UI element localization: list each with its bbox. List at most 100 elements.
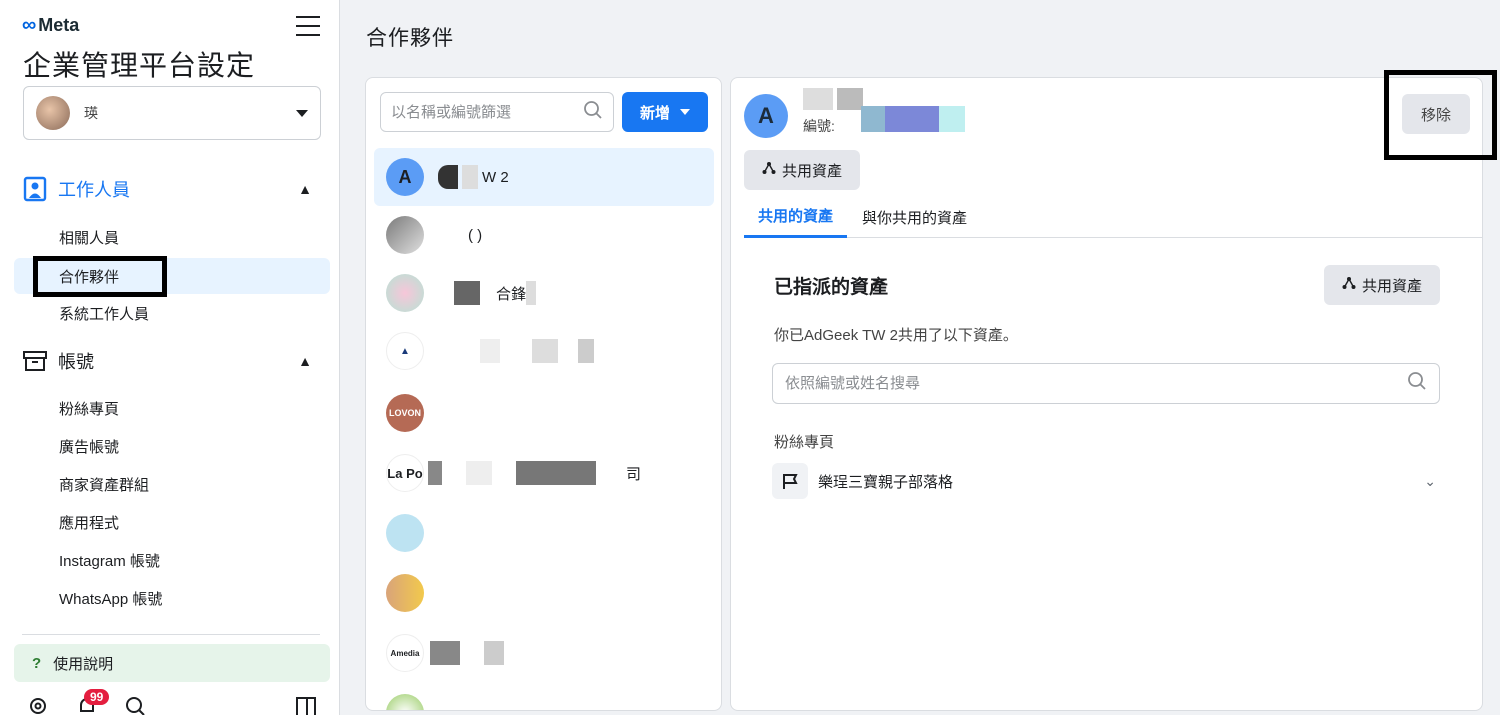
section-people[interactable]: 工作人員 ▲	[22, 176, 312, 202]
partner-detail-panel: A 編號: 移除 共用資產 共用的資產 與你共用的資產 已指派的資產 共用資產 …	[730, 77, 1483, 711]
redacted-block	[578, 339, 594, 363]
search-icon[interactable]	[123, 694, 147, 715]
redacted-block	[516, 461, 596, 485]
asset-row[interactable]: 樂珵三寶親子部落格 ⌄	[772, 462, 1440, 500]
assigned-assets-title: 已指派的資產	[774, 277, 889, 298]
divider	[22, 634, 320, 635]
partner-name: 司	[626, 465, 642, 483]
menu-icon[interactable]	[296, 16, 320, 36]
nav-item-ad-accounts[interactable]: 廣告帳號	[14, 428, 330, 464]
caret-down-icon	[680, 109, 690, 115]
redacted-block	[438, 165, 458, 189]
share-icon	[1342, 276, 1356, 294]
caret-down-icon	[296, 109, 308, 117]
search-icon	[583, 100, 603, 125]
page-heading: 企業管理平台設定	[23, 50, 256, 81]
tab-assets-shared-with-you[interactable]: 與你共用的資產	[848, 196, 981, 238]
partner-row[interactable]	[374, 504, 714, 562]
partner-avatar	[386, 274, 424, 312]
archive-icon	[22, 348, 48, 374]
partner-name-redacted	[803, 88, 867, 110]
highlight-box	[33, 256, 167, 297]
account-selector[interactable]: 瑛	[23, 86, 321, 140]
partner-search[interactable]	[380, 92, 614, 132]
partner-name: ( )	[468, 226, 483, 244]
chevron-up-icon[interactable]: ▲	[298, 181, 312, 197]
partner-avatar	[386, 694, 424, 710]
asset-search[interactable]	[772, 363, 1440, 404]
page-title: 合作夥伴	[366, 27, 454, 50]
partner-name: 合鋒	[496, 285, 527, 303]
add-partner-button[interactable]: 新增	[622, 92, 708, 132]
panel-icon[interactable]	[294, 694, 318, 715]
account-name: 瑛	[84, 105, 98, 121]
nav-item-people[interactable]: 相關人員	[14, 219, 330, 255]
avatar	[36, 96, 70, 130]
redacted-block	[466, 461, 492, 485]
partner-avatar	[386, 514, 424, 552]
partner-list-panel: 新增 A W 2 ( ) 合鋒 ▲ LOVON La	[365, 77, 722, 711]
redacted-block	[480, 339, 500, 363]
gear-icon[interactable]	[26, 694, 50, 715]
add-button-label: 新增	[639, 104, 670, 122]
partner-name: W 2	[482, 168, 509, 186]
search-icon	[1407, 371, 1427, 396]
partner-avatar	[386, 574, 424, 612]
nav-item-whatsapp[interactable]: WhatsApp 帳號	[14, 580, 330, 616]
chevron-up-icon[interactable]: ▲	[298, 353, 312, 369]
meta-logo-text: Meta	[38, 15, 80, 35]
asset-search-input[interactable]	[785, 375, 1407, 392]
partner-row[interactable]: ▲	[374, 322, 714, 380]
shared-description: 你已AdGeek TW 2共用了以下資產。	[774, 327, 1018, 344]
chevron-down-icon[interactable]: ⌄	[1424, 473, 1440, 490]
people-icon	[22, 176, 48, 202]
nav-item-instagram[interactable]: Instagram 帳號	[14, 542, 330, 578]
partner-row[interactable]: A W 2	[374, 148, 714, 206]
partner-row[interactable]	[374, 684, 714, 710]
partner-avatar: A	[386, 158, 424, 196]
section-accounts[interactable]: 帳號 ▲	[22, 348, 312, 374]
partner-row[interactable]: ( )	[374, 206, 714, 264]
section-accounts-label: 帳號	[58, 352, 94, 372]
meta-logo[interactable]: ∞ Meta	[22, 14, 79, 37]
partner-search-input[interactable]	[391, 103, 583, 121]
sidebar: ∞ Meta 企業管理平台設定 瑛 工作人員 ▲ 相關人員 合作夥伴 系統工作人…	[0, 0, 340, 715]
help-button[interactable]: ? 使用說明	[14, 644, 330, 682]
partner-avatar: La Po	[386, 454, 424, 492]
nav-item-system-users[interactable]: 系統工作人員	[14, 295, 330, 331]
partner-row[interactable]: 合鋒	[374, 264, 714, 322]
tab-shared-assets[interactable]: 共用的資產	[744, 196, 848, 238]
redacted-block	[454, 281, 480, 305]
partner-avatar: Amedia	[386, 634, 424, 672]
nav-item-asset-groups[interactable]: 商家資產群組	[14, 466, 330, 502]
share-assets-button[interactable]: 共用資產	[1324, 265, 1440, 305]
share-assets-label: 共用資產	[1361, 277, 1422, 295]
share-assets-label: 共用資產	[781, 162, 842, 180]
partner-avatar: LOVON	[386, 394, 424, 432]
share-assets-button[interactable]: 共用資產	[744, 150, 860, 190]
notification-badge: 99	[84, 689, 110, 705]
flag-icon	[772, 463, 808, 499]
partner-id-label: 編號:	[803, 118, 835, 134]
partner-row[interactable]: La Po 司	[374, 444, 714, 502]
asset-category-label: 粉絲專頁	[774, 434, 835, 451]
section-people-label: 工作人員	[58, 180, 130, 200]
redacted-block	[430, 641, 460, 665]
share-icon	[762, 161, 776, 179]
partner-row[interactable]	[374, 564, 714, 622]
redacted-block	[526, 281, 537, 305]
redacted-block	[428, 461, 442, 485]
redacted-block	[532, 339, 558, 363]
highlight-box	[1384, 70, 1497, 160]
partner-avatar: ▲	[386, 332, 424, 370]
detail-tabs: 共用的資產 與你共用的資產	[744, 196, 1482, 238]
meta-infinity-icon: ∞	[22, 14, 37, 36]
nav-item-apps[interactable]: 應用程式	[14, 504, 330, 540]
asset-name: 樂珵三寶親子部落格	[818, 473, 954, 491]
partner-avatar	[386, 216, 424, 254]
partner-id-redacted	[861, 106, 965, 132]
partner-row[interactable]: Amedia	[374, 624, 714, 682]
partner-row[interactable]: LOVON	[374, 384, 714, 442]
help-label: 使用說明	[53, 655, 114, 673]
nav-item-pages[interactable]: 粉絲專頁	[14, 390, 330, 426]
